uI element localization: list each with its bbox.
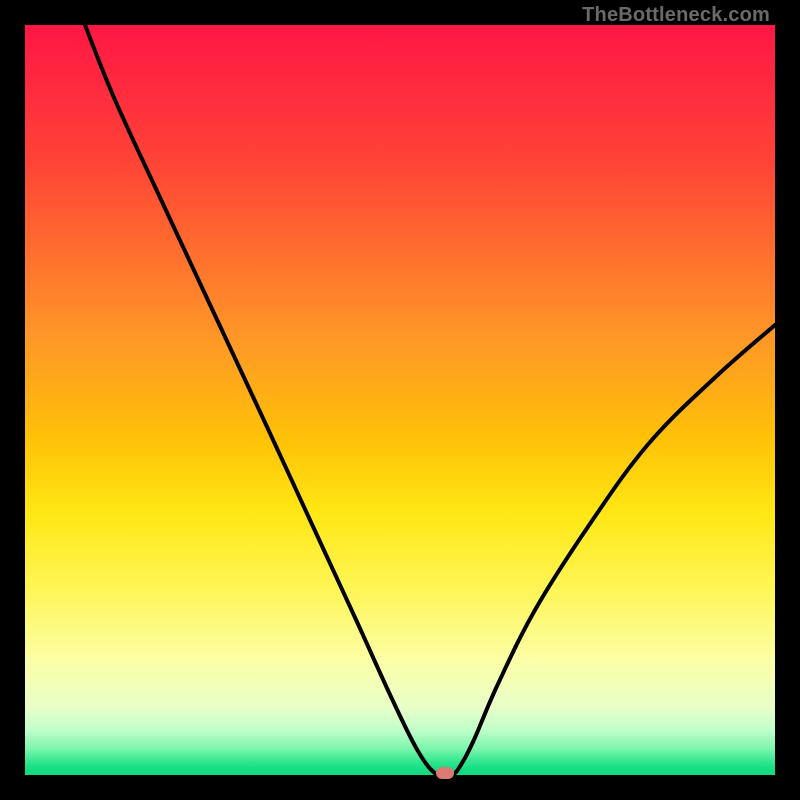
chart-frame: TheBottleneck.com (0, 0, 800, 800)
curve-svg (25, 25, 775, 775)
watermark-text: TheBottleneck.com (582, 4, 770, 27)
bottleneck-curve (85, 25, 775, 778)
optimum-marker (436, 767, 454, 779)
plot-area (25, 25, 775, 775)
